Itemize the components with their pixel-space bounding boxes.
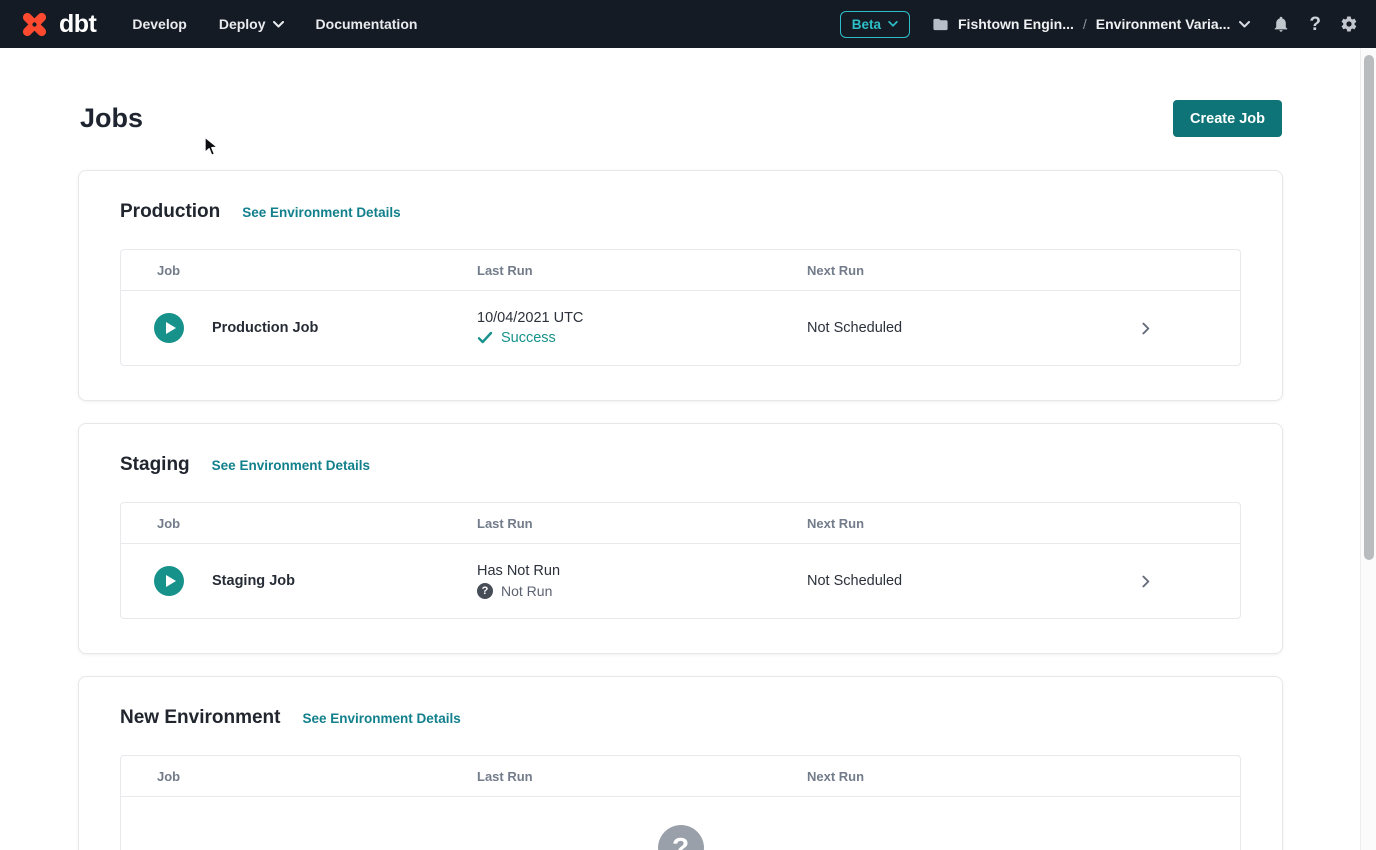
project-breadcrumb[interactable]: Fishtown Engin... / Environment Varia... <box>932 16 1250 33</box>
breadcrumb-separator: / <box>1083 16 1087 32</box>
see-environment-details-link[interactable]: See Environment Details <box>212 458 370 473</box>
beta-label: Beta <box>852 17 881 32</box>
chevron-right-icon <box>1137 573 1154 590</box>
nav-item-label: Documentation <box>316 16 418 32</box>
chevron-right-icon <box>1137 320 1154 337</box>
last-run-status: Not Run <box>501 583 552 599</box>
environment-card-new-environment: New Environment See Environment Details … <box>78 676 1283 850</box>
create-job-button[interactable]: Create Job <box>1173 100 1282 137</box>
dbt-logo[interactable]: dbt <box>18 8 96 41</box>
play-icon <box>166 575 176 587</box>
run-job-play-button[interactable] <box>154 566 184 596</box>
job-row-open-button[interactable] <box>1050 320 1240 337</box>
chevron-down-icon <box>273 21 284 28</box>
play-icon <box>166 322 176 334</box>
column-header-next-run: Next Run <box>807 263 1050 278</box>
breadcrumb-project[interactable]: Fishtown Engin... <box>958 16 1074 32</box>
nav-item-documentation[interactable]: Documentation <box>316 16 418 32</box>
page-title: Jobs <box>80 103 143 134</box>
job-row-open-button[interactable] <box>1050 573 1240 590</box>
top-navigation: dbt Develop Deploy Documentation Beta <box>0 0 1376 48</box>
column-header-next-run: Next Run <box>807 769 1050 784</box>
checkmark-icon <box>477 331 493 345</box>
chevron-down-icon <box>888 21 898 27</box>
question-circle-icon: ? <box>658 825 704 850</box>
column-header-job: Job <box>121 516 477 531</box>
table-header-row: Job Last Run Next Run <box>121 250 1240 291</box>
jobs-table: Job Last Run Next Run Production Job 10/… <box>120 249 1241 366</box>
jobs-table: Job Last Run Next Run Staging Job Has No… <box>120 502 1241 619</box>
jobs-table: Job Last Run Next Run ? <box>120 755 1241 850</box>
nav-item-deploy[interactable]: Deploy <box>219 16 284 32</box>
main-nav: Develop Deploy Documentation <box>132 16 417 32</box>
next-run-value: Not Scheduled <box>807 573 1050 589</box>
column-header-job: Job <box>121 263 477 278</box>
last-run-status: Success <box>501 330 556 346</box>
environment-card-staging: Staging See Environment Details Job Last… <box>78 423 1283 654</box>
nav-item-label: Deploy <box>219 16 266 32</box>
nav-item-label: Develop <box>132 16 186 32</box>
dbt-logo-text: dbt <box>59 10 96 39</box>
vertical-scrollbar-track[interactable] <box>1360 48 1376 850</box>
folder-icon <box>932 16 949 33</box>
next-run-value: Not Scheduled <box>807 320 1050 336</box>
environment-name: Staging <box>120 454 190 476</box>
jobs-page: Jobs Create Job Production See Environme… <box>0 100 1360 850</box>
nav-item-develop[interactable]: Develop <box>132 16 186 32</box>
question-circle-icon: ? <box>477 583 493 599</box>
job-name: Production Job <box>212 320 318 336</box>
last-run-date: 10/04/2021 UTC <box>477 310 807 326</box>
table-header-row: Job Last Run Next Run <box>121 503 1240 544</box>
see-environment-details-link[interactable]: See Environment Details <box>242 205 400 220</box>
column-header-job: Job <box>121 769 477 784</box>
environment-name: New Environment <box>120 707 280 729</box>
see-environment-details-link[interactable]: See Environment Details <box>302 711 460 726</box>
beta-dropdown-button[interactable]: Beta <box>840 11 910 38</box>
help-icon[interactable]: ? <box>1309 15 1321 34</box>
job-row-production-job[interactable]: Production Job 10/04/2021 UTC Success No… <box>121 291 1240 365</box>
breadcrumb-current[interactable]: Environment Varia... <box>1096 16 1231 32</box>
dbt-logo-icon <box>18 8 51 41</box>
environment-name: Production <box>120 201 220 223</box>
column-header-next-run: Next Run <box>807 516 1050 531</box>
empty-jobs-state: ? <box>121 797 1240 850</box>
gear-icon[interactable] <box>1340 15 1358 33</box>
column-header-last-run: Last Run <box>477 516 807 531</box>
last-run-date: Has Not Run <box>477 563 807 579</box>
column-header-last-run: Last Run <box>477 263 807 278</box>
vertical-scrollbar-thumb[interactable] <box>1364 55 1374 560</box>
job-row-staging-job[interactable]: Staging Job Has Not Run ? Not Run Not Sc… <box>121 544 1240 618</box>
notifications-bell-icon[interactable] <box>1272 15 1290 33</box>
column-header-last-run: Last Run <box>477 769 807 784</box>
nav-utility-icons: ? <box>1272 15 1358 34</box>
run-job-play-button[interactable] <box>154 313 184 343</box>
environment-card-production: Production See Environment Details Job L… <box>78 170 1283 401</box>
job-name: Staging Job <box>212 573 295 589</box>
table-header-row: Job Last Run Next Run <box>121 756 1240 797</box>
chevron-down-icon <box>1239 21 1250 28</box>
